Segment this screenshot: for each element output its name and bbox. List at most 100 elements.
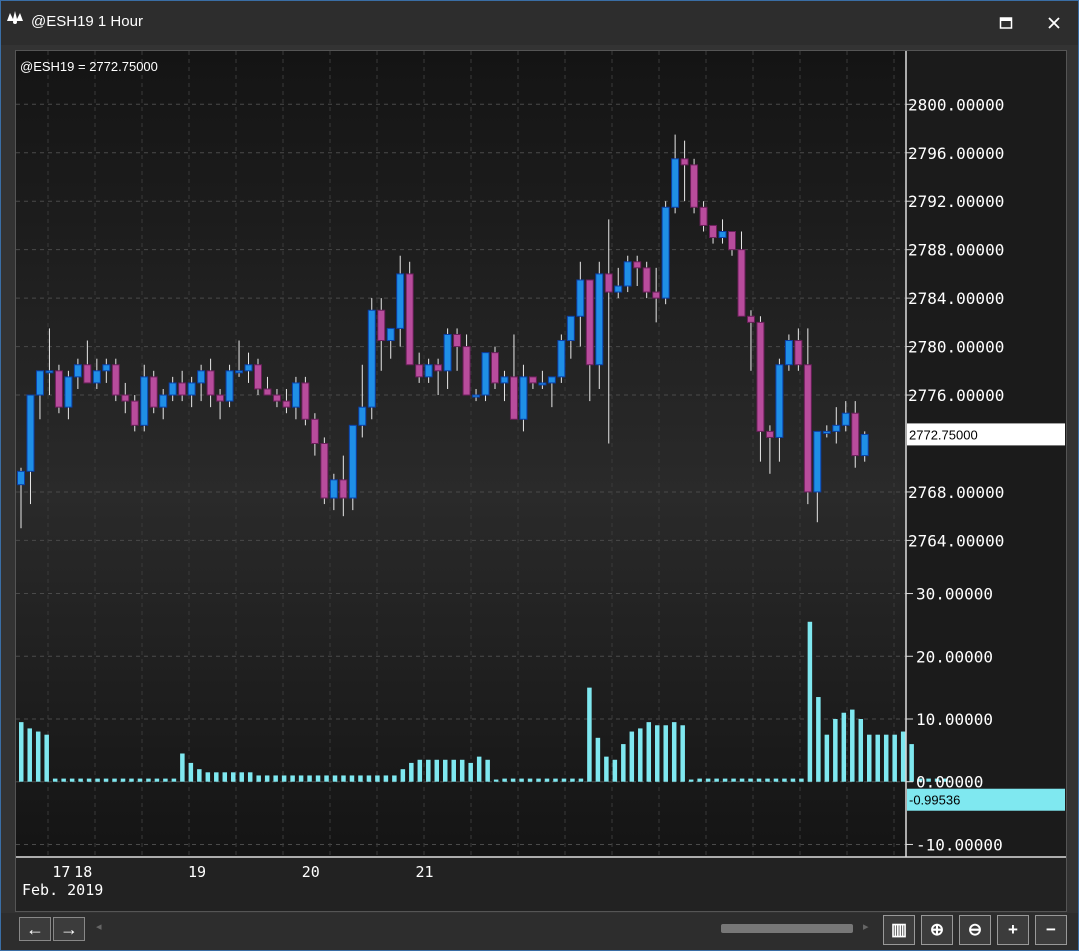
indicator-bar: [476, 756, 482, 782]
candle-body: [566, 315, 575, 342]
indicator-bar: [171, 778, 177, 782]
candle-body: [690, 164, 699, 208]
indicator-bar: [400, 769, 406, 782]
indicator-bar: [256, 775, 261, 782]
indicator-bar: [731, 778, 736, 782]
scrollbar-thumb[interactable]: [721, 924, 853, 933]
indicator-bar: [629, 731, 635, 782]
candle-body: [348, 424, 357, 499]
candle-body: [509, 376, 518, 420]
candle-body: [585, 279, 594, 366]
candle-body: [775, 364, 784, 438]
scroll-left-arrow-icon[interactable]: ◂: [96, 920, 102, 933]
indicator-bar: [883, 734, 889, 782]
price-tick-label: 2784.00000: [908, 289, 1004, 308]
candle-body: [282, 400, 291, 408]
indicator-bar: [663, 725, 668, 782]
x-axis-month-label: Feb. 2019: [22, 881, 103, 899]
time-tick-label: 21: [415, 863, 433, 881]
candle-body: [235, 370, 244, 374]
zoom-out-button[interactable]: ⊖: [959, 915, 991, 945]
last-indicator-marker: -0.99536: [907, 788, 1065, 811]
price-tick-label: 2796.00000: [908, 144, 1004, 163]
chart-frame: 2800.00000 2796.00000 2792.00000 2788.00000…: [15, 50, 1067, 912]
candle-body: [443, 333, 452, 372]
indicator-bar: [587, 687, 592, 782]
candle-body: [633, 261, 642, 269]
indicator-bar: [527, 778, 533, 782]
time-tick-label: 17: [52, 863, 70, 881]
candle-body: [329, 479, 338, 499]
candle-body: [54, 370, 63, 408]
candle-body: [718, 230, 727, 239]
indicator-bar: [722, 778, 728, 782]
candle-body: [765, 430, 774, 438]
indicator-bar: [349, 775, 355, 782]
zoom-out-icon: ⊖: [967, 920, 983, 939]
indicator-bar: [646, 722, 652, 782]
indicator-bar: [519, 778, 524, 782]
candle-body: [832, 424, 841, 432]
candle-body: [841, 412, 850, 426]
zoom-in-button[interactable]: ⊕: [921, 915, 953, 945]
candle-body: [216, 394, 225, 402]
candle-body: [83, 364, 92, 384]
indicator-bar: [35, 731, 41, 782]
indicator-bar: [595, 737, 601, 782]
candle-body: [547, 376, 556, 384]
indicator-bar: [544, 778, 550, 782]
candle-body: [396, 273, 405, 329]
price-tick-label: 2788.00000: [908, 241, 1004, 260]
indicator-bar: [493, 779, 499, 782]
candle-body: [699, 206, 708, 226]
indicator-bar: [281, 775, 287, 782]
scroll-back-button[interactable]: ←: [19, 917, 51, 941]
chart-canvas[interactable]: 2800.00000 2796.00000 2792.00000 2788.00000…: [16, 51, 1066, 911]
candle-body: [263, 388, 272, 396]
indicator-bar: [52, 778, 58, 782]
candle-body: [481, 352, 490, 396]
candle-body: [26, 394, 35, 472]
indicator-bar: [188, 762, 194, 782]
indicator-bar: [180, 753, 185, 782]
candle-body: [576, 279, 585, 317]
indicator-bar: [154, 778, 160, 782]
indicator-bar: [120, 778, 126, 782]
indicator-bar: [392, 775, 397, 782]
indicator-bar: [27, 728, 32, 782]
candle-body: [434, 364, 443, 372]
indicator-bar: [773, 778, 779, 782]
maximize-button[interactable]: [991, 9, 1021, 37]
indicator-bar: [875, 734, 880, 782]
indicator-bar: [290, 775, 295, 782]
indicator-bar: [714, 778, 719, 782]
indicator-bar: [638, 728, 643, 782]
price-tick-label: 2780.00000: [908, 338, 1004, 357]
indicator-tick-label: -10.00000: [916, 835, 1003, 854]
minus-button[interactable]: −: [1035, 915, 1067, 945]
candle: [481, 352, 490, 402]
indicator-bar: [358, 775, 363, 782]
candle-body: [623, 261, 632, 287]
plus-button[interactable]: +: [997, 915, 1029, 945]
indicator-bar: [909, 744, 914, 782]
candle-body: [310, 418, 319, 444]
candle-body: [254, 364, 262, 390]
candle: [225, 364, 234, 408]
indicator-bar: [103, 778, 109, 782]
price-tick-label: 2776.00000: [908, 386, 1004, 405]
indicator-bar: [307, 775, 312, 782]
close-button[interactable]: [1039, 9, 1069, 37]
indicator-bar: [443, 759, 448, 782]
data-window-icon: ▥: [890, 920, 908, 939]
candle-body: [604, 273, 613, 293]
close-icon: [1048, 17, 1060, 29]
candle-body: [756, 321, 765, 432]
indicator-bar: [850, 709, 855, 782]
data-window-button[interactable]: ▥: [883, 915, 915, 945]
candle-body: [728, 230, 736, 251]
time-tick-label: 19: [188, 863, 206, 881]
indicator-bar: [324, 775, 329, 782]
scroll-right-arrow-icon[interactable]: ▸: [863, 920, 869, 933]
scroll-forward-button[interactable]: →: [53, 917, 85, 941]
